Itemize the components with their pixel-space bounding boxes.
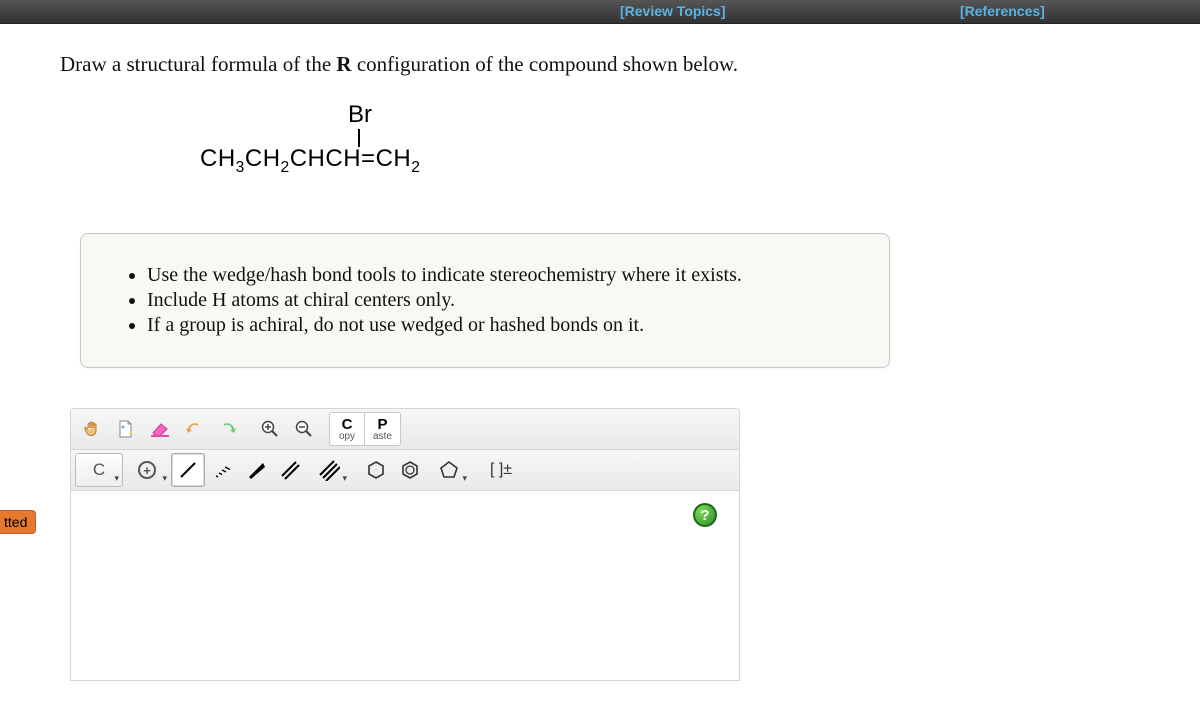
charge-button[interactable]: [ ]± bbox=[479, 453, 523, 487]
benzene-icon bbox=[399, 459, 421, 481]
element-label: C bbox=[93, 460, 105, 480]
plus-circle-icon: + bbox=[138, 461, 156, 479]
question-pre: Draw a structural formula of the bbox=[60, 52, 336, 76]
paste-big-label: P bbox=[377, 417, 387, 432]
paste-small-label: aste bbox=[373, 432, 392, 442]
instruction-item: If a group is achiral, do not use wedged… bbox=[147, 314, 865, 337]
help-icon: ? bbox=[700, 507, 709, 524]
ring-picker-button[interactable] bbox=[427, 453, 471, 487]
undo-button[interactable] bbox=[177, 412, 211, 446]
copy-button[interactable]: C opy bbox=[329, 412, 365, 446]
document-sparkle-icon bbox=[116, 419, 136, 439]
double-bond-icon bbox=[279, 459, 301, 481]
redo-button[interactable] bbox=[211, 412, 245, 446]
benzene-button[interactable] bbox=[393, 453, 427, 487]
side-tab[interactable]: tted bbox=[0, 510, 36, 534]
single-bond-button[interactable] bbox=[171, 453, 205, 487]
paste-button[interactable]: P aste bbox=[365, 412, 401, 446]
triple-bond-button[interactable] bbox=[307, 453, 351, 487]
hash-bond-button[interactable] bbox=[205, 453, 239, 487]
review-topics-link[interactable]: [Review Topics] bbox=[620, 3, 726, 19]
instruction-item: Include H atoms at chiral centers only. bbox=[147, 289, 865, 312]
instruction-item: Use the wedge/hash bond tools to indicat… bbox=[147, 264, 865, 287]
charge-label: [ ]± bbox=[490, 461, 512, 479]
add-atom-button[interactable]: + bbox=[123, 453, 171, 487]
undo-icon bbox=[184, 419, 204, 439]
question-bold: R bbox=[336, 52, 351, 76]
editor-toolbar-bottom: C + bbox=[70, 449, 740, 491]
question-post: configuration of the compound shown belo… bbox=[352, 52, 738, 76]
zoom-in-button[interactable] bbox=[253, 412, 287, 446]
eraser-icon bbox=[149, 419, 171, 439]
eraser-button[interactable] bbox=[143, 412, 177, 446]
drawing-canvas[interactable]: ? bbox=[70, 491, 740, 681]
cyclohexane-button[interactable] bbox=[359, 453, 393, 487]
side-tab-label: tted bbox=[4, 514, 27, 530]
element-picker-button[interactable]: C bbox=[75, 453, 123, 487]
single-bond-icon bbox=[177, 459, 199, 481]
editor-toolbar-top: C opy P aste bbox=[70, 408, 740, 449]
hexagon-icon bbox=[365, 459, 387, 481]
molecule-display: Br CH3CH2CHCH=CH2 bbox=[200, 103, 1140, 193]
molecule-formula: CH3CH2CHCH=CH2 bbox=[200, 147, 420, 175]
zoom-out-button[interactable] bbox=[287, 412, 321, 446]
new-doc-button[interactable] bbox=[109, 412, 143, 446]
pentagon-icon bbox=[438, 459, 460, 481]
zoom-in-icon bbox=[260, 419, 280, 439]
references-link[interactable]: [References] bbox=[960, 3, 1045, 19]
copy-small-label: opy bbox=[339, 432, 355, 442]
triple-bond-icon bbox=[318, 459, 340, 481]
structure-editor: C opy P aste C + bbox=[70, 408, 740, 681]
double-bond-button[interactable] bbox=[273, 453, 307, 487]
copy-big-label: C bbox=[342, 417, 353, 432]
zoom-out-icon bbox=[294, 419, 314, 439]
hand-icon bbox=[82, 419, 102, 439]
copy-paste-group: C opy P aste bbox=[329, 412, 401, 446]
molecule-br-label: Br bbox=[348, 103, 372, 127]
redo-icon bbox=[218, 419, 238, 439]
hand-tool-button[interactable] bbox=[75, 412, 109, 446]
question-text: Draw a structural formula of the R confi… bbox=[60, 52, 1140, 77]
hash-bond-icon bbox=[211, 459, 233, 481]
wedge-bond-icon bbox=[245, 459, 267, 481]
wedge-bond-button[interactable] bbox=[239, 453, 273, 487]
help-button[interactable]: ? bbox=[693, 503, 717, 527]
instructions-panel: Use the wedge/hash bond tools to indicat… bbox=[80, 233, 890, 368]
